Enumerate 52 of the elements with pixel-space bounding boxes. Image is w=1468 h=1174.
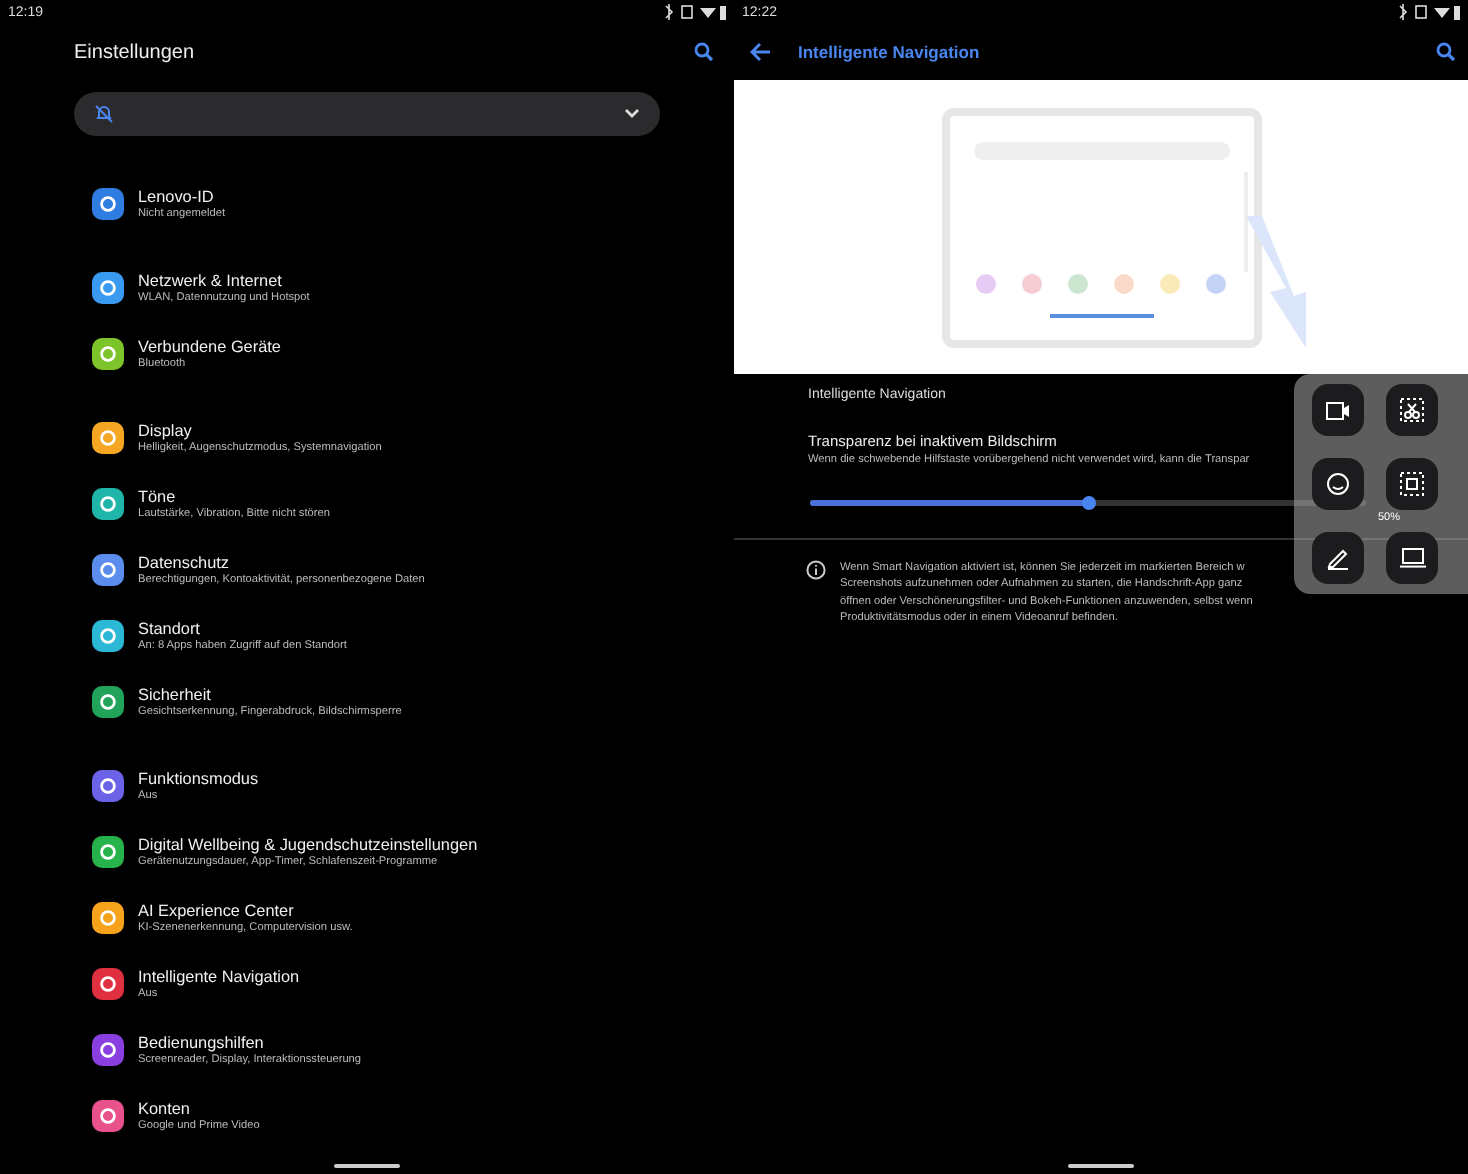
category-icon[interactable] xyxy=(92,271,124,303)
crop-frame-icon xyxy=(1400,472,1424,496)
category-icon[interactable] xyxy=(92,967,124,999)
face-outline-icon xyxy=(1326,472,1350,496)
status-icons xyxy=(1396,4,1460,20)
setting-title[interactable]: Intelligente Navigation xyxy=(138,967,300,985)
category-icon[interactable] xyxy=(92,901,124,933)
category-icon[interactable] xyxy=(92,1033,124,1065)
pen-icon xyxy=(1326,546,1350,570)
setting-title[interactable]: Display xyxy=(138,421,382,439)
category-icon[interactable] xyxy=(92,421,124,453)
toolbox-button[interactable] xyxy=(1386,532,1438,584)
scissors-icon xyxy=(1400,398,1424,422)
setting-title[interactable]: Standort xyxy=(138,619,347,637)
setting-title[interactable]: Lenovo-ID xyxy=(138,187,226,205)
slider-thumb[interactable] xyxy=(1082,496,1096,510)
setting-title[interactable]: AI Experience Center xyxy=(138,901,353,919)
setting-title[interactable]: Töne xyxy=(138,487,330,505)
category-icon[interactable] xyxy=(92,187,124,219)
setting-title[interactable]: Sicherheit xyxy=(138,685,402,703)
page-title: Intelligente Navigation xyxy=(798,42,982,62)
category-icon[interactable] xyxy=(92,487,124,519)
page-title: Einstellungen xyxy=(74,41,195,63)
category-icon[interactable] xyxy=(92,619,124,651)
setting-title[interactable]: Digital Wellbeing & Jugendschutzeinstellungen xyxy=(138,835,478,853)
category-icon[interactable] xyxy=(92,769,124,801)
setting-title[interactable]: Konten xyxy=(138,1099,260,1117)
setting-title[interactable]: Funktionsmodus xyxy=(138,769,259,787)
chevron-down-icon[interactable] xyxy=(624,108,640,120)
search-icon[interactable] xyxy=(694,42,714,62)
category-icon[interactable] xyxy=(92,553,124,585)
status-icons xyxy=(662,4,726,20)
toolbox-button[interactable] xyxy=(1386,458,1438,510)
muted-bell-icon xyxy=(94,104,114,124)
laptop-icon xyxy=(1399,548,1425,568)
video-camera-icon xyxy=(1326,401,1350,419)
toolbox-button[interactable] xyxy=(1386,384,1438,436)
search-icon[interactable] xyxy=(1436,42,1456,62)
navigation-line xyxy=(1049,313,1153,317)
setting-title[interactable]: Verbundene Geräte xyxy=(138,337,281,355)
category-icon[interactable] xyxy=(92,1099,124,1131)
setting-title[interactable]: Datenschutz xyxy=(138,553,425,571)
back-arrow-icon[interactable] xyxy=(750,42,772,62)
category-icon[interactable] xyxy=(92,685,124,717)
category-icon[interactable] xyxy=(92,337,124,369)
toolbox-button[interactable] xyxy=(1312,458,1364,510)
setting-title[interactable]: Netzwerk & Internet xyxy=(138,271,310,289)
toolbox-button[interactable] xyxy=(1312,384,1364,436)
info-icon xyxy=(806,560,826,580)
toolbox-button[interactable] xyxy=(1312,532,1364,584)
category-icon[interactable] xyxy=(92,835,124,867)
setting-title[interactable]: Bedienungshilfen xyxy=(138,1033,362,1051)
